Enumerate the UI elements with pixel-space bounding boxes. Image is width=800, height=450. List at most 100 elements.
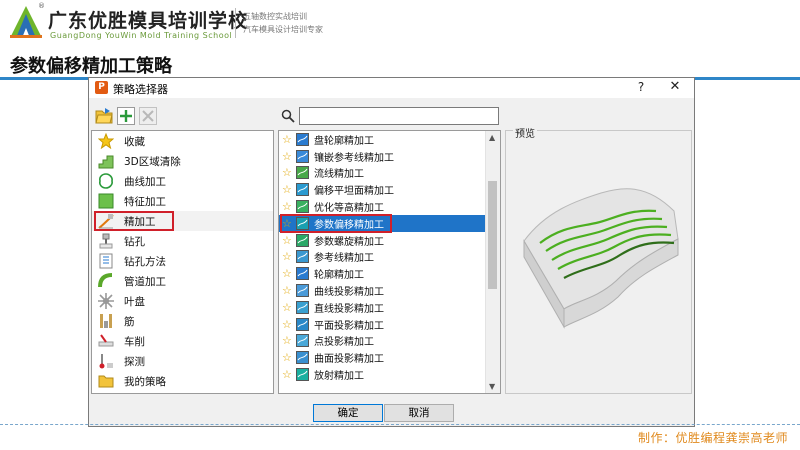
favorite-star-icon[interactable]: ☆: [282, 250, 294, 263]
strategy-item[interactable]: ☆ 参数偏移精加工: [279, 213, 500, 233]
curve-machining-icon: [98, 173, 114, 189]
favorite-star-icon[interactable]: ☆: [282, 200, 294, 213]
favorite-star-icon[interactable]: ☆: [282, 368, 294, 381]
strategy-icon: [296, 317, 309, 331]
category-list: 收藏 3D区域清除曲线加工特征加工精加工钻孔钻孔方法管道加工叶盘筋车削探测我的策略: [91, 130, 274, 394]
strategy-icon: [296, 149, 309, 163]
category-item[interactable]: 车削: [92, 331, 273, 351]
turning-icon: [98, 333, 114, 349]
tagline-1: 五轴数控实战培训: [243, 12, 307, 21]
category-label: 钻孔: [124, 235, 145, 248]
category-item[interactable]: 探测: [92, 351, 273, 371]
scroll-down-icon[interactable]: ▼: [489, 382, 495, 391]
category-item[interactable]: 收藏: [92, 131, 273, 151]
favorite-star-icon[interactable]: ☆: [282, 351, 294, 364]
strategy-item[interactable]: ☆ 镶嵌参考线精加工: [279, 148, 500, 165]
strategy-icon: [296, 216, 309, 230]
strategy-icon: [296, 233, 309, 247]
drilling-method-icon: [98, 253, 114, 269]
strategy-label: 镶嵌参考线精加工: [314, 152, 394, 164]
category-item[interactable]: 钻孔: [92, 231, 273, 251]
strategy-search-input[interactable]: [299, 107, 499, 125]
powermill-app-icon: P: [95, 81, 108, 94]
strategy-item[interactable]: ☆ 曲线投影精加工: [279, 282, 500, 299]
dialog-titlebar: P 策略选择器 ? ✕: [89, 78, 694, 98]
strategy-icon: [296, 183, 309, 197]
category-item[interactable]: 我的策略: [92, 371, 273, 391]
favorite-star-icon[interactable]: ☆: [282, 318, 294, 331]
favorite-star-icon[interactable]: ☆: [282, 284, 294, 297]
help-button[interactable]: ?: [633, 79, 649, 95]
strategy-icon: [296, 351, 309, 365]
author-credit: 制作：优胜编程龚崇高老师: [637, 431, 788, 445]
strategy-label: 轮廓精加工: [314, 270, 364, 282]
strategy-item[interactable]: ☆ 平面投影精加工: [279, 316, 500, 333]
strategy-item[interactable]: ☆ 直线投影精加工: [279, 299, 500, 316]
strategy-list: ☆ 盘轮廓精加工 ☆ 镶嵌参考线精加工 ☆ 流线精加工 ☆ 偏移平坦面精加工 ☆ 优化等高精加工 ☆…: [278, 130, 501, 394]
favorite-star-icon[interactable]: ☆: [282, 150, 294, 163]
favorite-star-icon[interactable]: ☆: [282, 183, 294, 196]
strategy-icon: [296, 267, 309, 281]
category-item[interactable]: 筋: [92, 311, 273, 331]
category-label: 探测: [124, 355, 145, 368]
strategy-item[interactable]: ☆ 轮廓精加工: [279, 265, 500, 282]
cancel-button[interactable]: 取消: [384, 404, 454, 422]
category-label: 曲线加工: [124, 175, 166, 188]
favorite-star-icon[interactable]: ☆: [282, 334, 294, 347]
category-label: 车削: [124, 335, 145, 348]
strategy-icon: [296, 334, 309, 348]
category-label: 筋: [124, 315, 135, 328]
favorite-star-icon[interactable]: ☆: [282, 166, 294, 179]
preview-label: 预览: [513, 125, 537, 140]
category-item[interactable]: 管道加工: [92, 271, 273, 291]
probing-icon: [98, 353, 114, 369]
category-item[interactable]: 叶盘: [92, 291, 273, 311]
strategy-icon: [296, 200, 309, 214]
scroll-up-icon[interactable]: ▲: [489, 133, 495, 142]
strategy-item[interactable]: ☆ 流线精加工: [279, 165, 500, 182]
favorite-star-icon[interactable]: ☆: [282, 133, 294, 146]
category-label: 叶盘: [124, 295, 145, 308]
category-item[interactable]: 精加工: [92, 211, 273, 231]
rib-icon: [98, 313, 114, 329]
strategy-item[interactable]: ☆ 参考线精加工: [279, 249, 500, 266]
strategy-item[interactable]: ☆ 参数螺旋精加工: [279, 232, 500, 249]
blisk-icon: [98, 293, 114, 309]
delete-strategy-icon[interactable]: [139, 107, 157, 125]
strategy-item[interactable]: ☆ 盘轮廓精加工: [279, 131, 500, 148]
category-item[interactable]: 特征加工: [92, 191, 273, 211]
strategy-item[interactable]: ☆ 曲面投影精加工: [279, 349, 500, 366]
close-button[interactable]: ✕: [667, 79, 683, 95]
category-label: 特征加工: [124, 195, 166, 208]
pipe-machining-icon: [98, 273, 114, 289]
strategy-label: 曲线投影精加工: [314, 287, 384, 299]
strategy-item[interactable]: ☆ 点投影精加工: [279, 333, 500, 350]
strategy-icon: [296, 132, 309, 146]
favorite-star-icon[interactable]: ☆: [282, 301, 294, 314]
category-label: 收藏: [124, 135, 145, 148]
favorite-star-icon[interactable]: ☆: [282, 217, 294, 230]
category-item[interactable]: 曲线加工: [92, 171, 273, 191]
search-icon: [281, 109, 295, 123]
strategy-item[interactable]: ☆ 放射精加工: [279, 366, 500, 383]
star-icon: [97, 132, 115, 150]
preview-panel: [505, 130, 692, 394]
favorite-star-icon[interactable]: ☆: [282, 267, 294, 280]
open-folder-icon[interactable]: [95, 107, 113, 125]
folder-icon: [98, 373, 114, 389]
category-label: 管道加工: [124, 275, 166, 288]
category-item[interactable]: 钻孔方法: [92, 251, 273, 271]
category-item[interactable]: 3D区域清除: [92, 151, 273, 171]
strategy-list-scrollbar[interactable]: ▲ ▼: [485, 131, 500, 393]
scrollbar-thumb[interactable]: [488, 181, 497, 289]
tagline-2: 汽车模具设计培训专家: [243, 25, 323, 34]
strategy-label: 曲面投影精加工: [314, 354, 384, 366]
footer-divider: [0, 424, 800, 425]
favorite-star-icon[interactable]: ☆: [282, 234, 294, 247]
strategy-label: 流线精加工: [314, 169, 364, 181]
strategy-item[interactable]: ☆ 偏移平坦面精加工: [279, 181, 500, 198]
strategy-item[interactable]: ☆ 优化等高精加工: [279, 198, 500, 215]
ok-button[interactable]: 确定: [313, 404, 383, 422]
add-strategy-icon[interactable]: [117, 107, 135, 125]
strategy-label: 参考线精加工: [314, 253, 374, 265]
